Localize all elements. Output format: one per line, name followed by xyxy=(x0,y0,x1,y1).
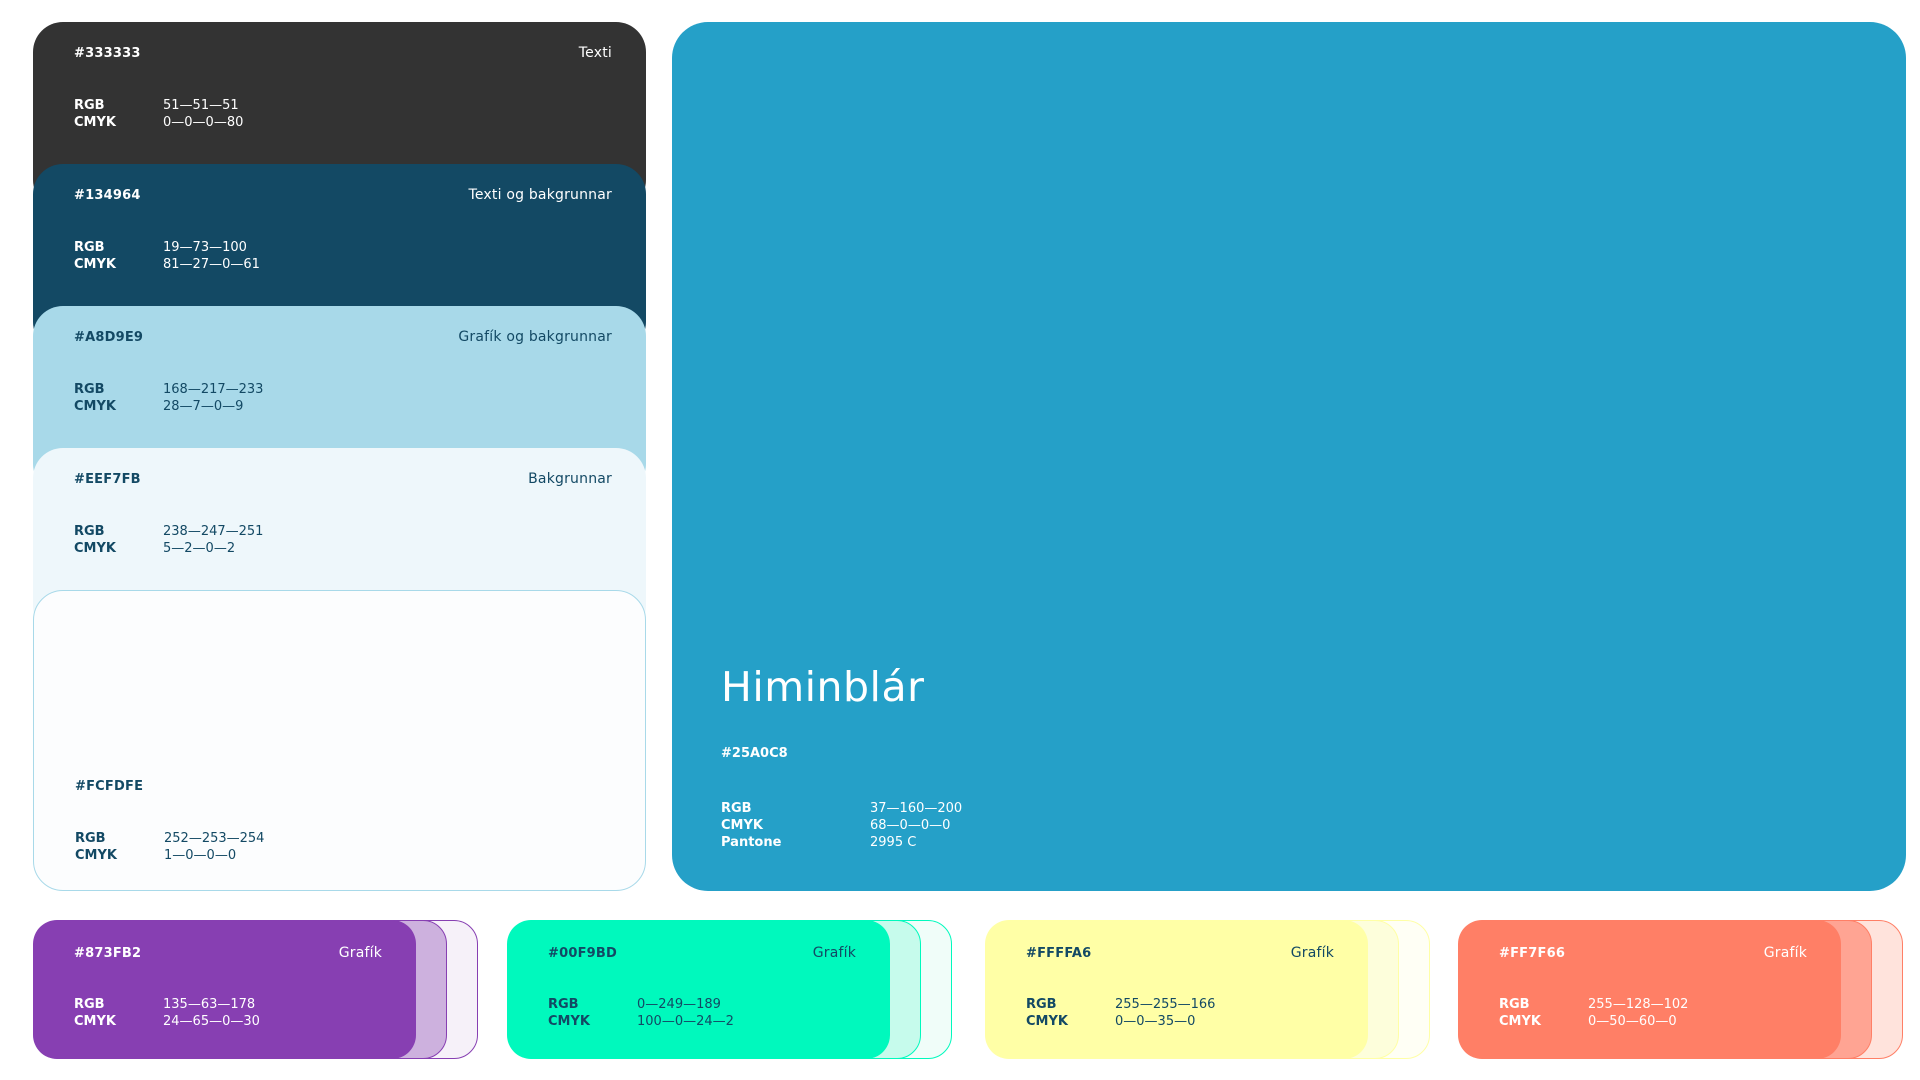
cmyk-value: 68—0—0—0 xyxy=(870,818,951,833)
cmyk-value: 100—0—24—2 xyxy=(637,1014,734,1029)
rgb-label: RGB xyxy=(74,240,105,255)
rgb-value: 135—63—178 xyxy=(163,997,256,1012)
swatch-hex: #00F9BD xyxy=(548,946,618,961)
cmyk-value: 5—2—0—2 xyxy=(163,541,236,556)
cmyk-value: 0—50—60—0 xyxy=(1588,1014,1677,1029)
accent-card-00f9bd: #00F9BD Grafík RGB 0—249—189 CMYK 100—0—… xyxy=(507,920,955,1059)
rgb-label: RGB xyxy=(548,997,579,1012)
swatch-role: Texti xyxy=(578,45,612,61)
rgb-value: 252—253—254 xyxy=(164,831,265,846)
cmyk-label: CMYK xyxy=(74,399,116,414)
swatch-front: #FFFFA6 Grafík RGB 255—255—166 CMYK 0—0—… xyxy=(985,920,1368,1059)
cmyk-value: 24—65—0—30 xyxy=(163,1014,260,1029)
accent-card-873fb2: #873FB2 Grafík RGB 135—63—178 CMYK 24—65… xyxy=(33,920,481,1059)
swatch-front: #FF7F66 Grafík RGB 255—128—102 CMYK 0—50… xyxy=(1458,920,1841,1059)
cmyk-label: CMYK xyxy=(548,1014,590,1029)
swatch-role: Grafík xyxy=(338,945,382,961)
rgb-value: 168—217—233 xyxy=(163,382,264,397)
rgb-label: RGB xyxy=(74,997,105,1012)
cmyk-label: CMYK xyxy=(74,541,116,556)
swatch-role: Texti og bakgrunnar xyxy=(468,187,612,203)
swatch-hex: #873FB2 xyxy=(74,946,142,961)
color-name: Himinblár xyxy=(721,663,925,711)
cmyk-label: CMYK xyxy=(1026,1014,1068,1029)
rgb-label: RGB xyxy=(1026,997,1057,1012)
swatch-front: #873FB2 Grafík RGB 135—63—178 CMYK 24—65… xyxy=(33,920,416,1059)
color-swatch-stack: #333333 Texti RGB 51—51—51 CMYK 0—0—0—80… xyxy=(33,22,646,891)
rgb-value: 238—247—251 xyxy=(163,524,264,539)
cmyk-value: 28—7—0—9 xyxy=(163,399,244,414)
rgb-label: RGB xyxy=(74,524,105,539)
rgb-value: 51—51—51 xyxy=(163,98,239,113)
swatch-role: Grafík xyxy=(812,945,856,961)
rgb-label: RGB xyxy=(75,831,106,846)
cmyk-label: CMYK xyxy=(74,1014,116,1029)
swatch-hex: #333333 xyxy=(74,46,141,61)
rgb-label: RGB xyxy=(74,98,105,113)
cmyk-value: 1—0—0—0 xyxy=(164,848,237,863)
primary-color-card: Himinblár #25A0C8 RGB 37—160—200 CMYK 68… xyxy=(672,22,1906,891)
cmyk-label: CMYK xyxy=(75,848,117,863)
cmyk-label: CMYK xyxy=(74,115,116,130)
rgb-value: 0—249—189 xyxy=(637,997,721,1012)
rgb-value: 37—160—200 xyxy=(870,801,963,816)
swatch-hex: #A8D9E9 xyxy=(74,330,144,345)
swatch-hex: #EEF7FB xyxy=(74,472,141,487)
swatch-fcfdfe: #FCFDFE RGB 252—253—254 CMYK 1—0—0—0 xyxy=(33,590,646,891)
accent-card-ff7f66: #FF7F66 Grafík RGB 255—128—102 CMYK 0—50… xyxy=(1458,920,1906,1059)
swatch-role: Grafík xyxy=(1290,945,1334,961)
rgb-label: RGB xyxy=(721,801,752,816)
pantone-value: 2995 C xyxy=(870,835,917,850)
cmyk-label: CMYK xyxy=(74,257,116,272)
accent-card-ffffa6: #FFFFA6 Grafík RGB 255—255—166 CMYK 0—0—… xyxy=(985,920,1433,1059)
swatch-hex: #134964 xyxy=(74,188,141,203)
swatch-hex: #FF7F66 xyxy=(1499,946,1566,961)
rgb-value: 255—255—166 xyxy=(1115,997,1216,1012)
cmyk-value: 81—27—0—61 xyxy=(163,257,260,272)
rgb-label: RGB xyxy=(74,382,105,397)
swatch-role: Bakgrunnar xyxy=(528,471,612,487)
swatch-role: Grafík xyxy=(1763,945,1807,961)
swatch-role: Grafík og bakgrunnar xyxy=(458,329,612,345)
rgb-label: RGB xyxy=(1499,997,1530,1012)
rgb-value: 19—73—100 xyxy=(163,240,247,255)
swatch-hex: #FCFDFE xyxy=(75,779,144,794)
rgb-value: 255—128—102 xyxy=(1588,997,1689,1012)
cmyk-label: CMYK xyxy=(1499,1014,1541,1029)
cmyk-value: 0—0—0—80 xyxy=(163,115,244,130)
pantone-label: Pantone xyxy=(721,835,782,850)
cmyk-value: 0—0—35—0 xyxy=(1115,1014,1196,1029)
swatch-hex: #FFFFA6 xyxy=(1026,946,1092,961)
color-hex: #25A0C8 xyxy=(721,746,788,761)
swatch-front: #00F9BD Grafík RGB 0—249—189 CMYK 100—0—… xyxy=(507,920,890,1059)
cmyk-label: CMYK xyxy=(721,818,763,833)
